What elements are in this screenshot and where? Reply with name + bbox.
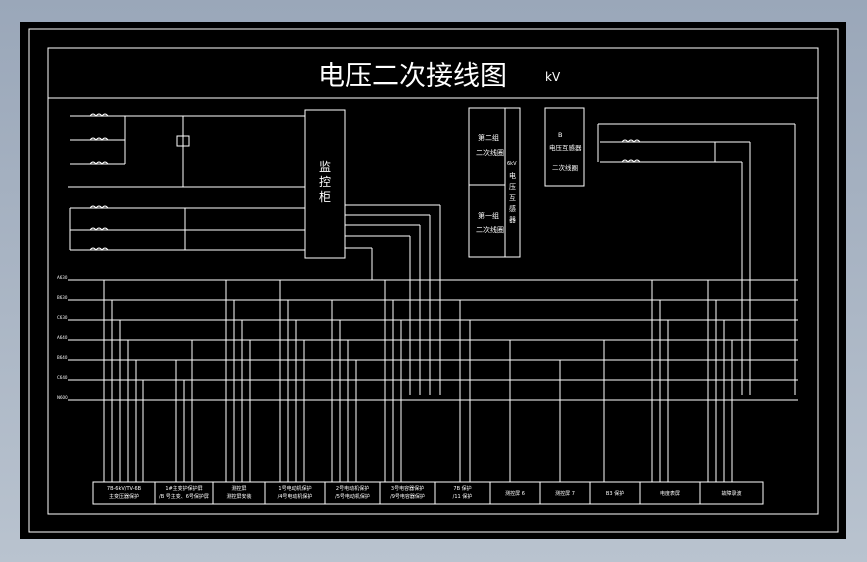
panel-label: /B 号主变、6号保护屏 bbox=[159, 493, 209, 500]
cabinet-char-2: 控 bbox=[319, 175, 331, 189]
panel-label: 测控屏 6 bbox=[505, 490, 525, 497]
side-char-1: 电 bbox=[509, 171, 516, 180]
transformer-prefix: B bbox=[558, 131, 562, 139]
first-group-line1: 第一组 bbox=[478, 211, 499, 220]
drawing-title: 电压二次接线图 bbox=[318, 61, 507, 92]
panel-label: /11 保护 bbox=[453, 493, 473, 500]
bus-label: N600 bbox=[57, 395, 68, 400]
first-group-line2: 二次线圈 bbox=[476, 225, 504, 234]
bus-label: B630 bbox=[57, 295, 68, 300]
transformer-line2: 二次线圈 bbox=[552, 163, 578, 172]
bus-label: A640 bbox=[57, 335, 68, 340]
panel-label: 3号电容器保护 bbox=[391, 485, 424, 492]
panel-label: 7B 保护 bbox=[453, 485, 471, 492]
side-char-2: 压 bbox=[509, 183, 516, 191]
cabinet-char-3: 柜 bbox=[319, 190, 331, 204]
panel-label: 7B-6kV/TV-6B bbox=[107, 486, 142, 492]
side-char-3: 互 bbox=[509, 194, 516, 202]
panel-label: /5号电动机保护 bbox=[335, 493, 370, 500]
side-char-4: 感 bbox=[509, 204, 516, 213]
panel-label: 故障录波 bbox=[721, 490, 741, 497]
second-group-line2: 二次线圈 bbox=[476, 148, 504, 157]
bus-label: A630 bbox=[57, 275, 68, 280]
bus-label: B640 bbox=[57, 355, 68, 360]
side-vertical-label: 电 压 互 感 器 bbox=[509, 171, 516, 224]
panel-label: 1#主变护保护屏 bbox=[165, 485, 202, 492]
panel-label: 测控屏 bbox=[231, 485, 246, 492]
panel-label: B3 保护 bbox=[606, 490, 624, 497]
cad-viewport[interactable]: 电压二次接线图 kV 监 控 柜 第二组 二次线圈 第一组 二次线圈 6kV 电… bbox=[0, 0, 867, 562]
control-cabinet-label: 监 控 柜 bbox=[319, 160, 331, 204]
panel-label: 主变压器保护 bbox=[109, 493, 139, 500]
panel-label: /4号电动机保护 bbox=[278, 493, 313, 500]
panel-label: /9号电容器保护 bbox=[390, 493, 425, 500]
panel-label: 电度表屏 bbox=[660, 490, 680, 497]
second-group-line1: 第二组 bbox=[478, 133, 499, 142]
bus-label: C630 bbox=[57, 315, 68, 320]
side-char-5: 器 bbox=[509, 216, 516, 224]
panel-label: 1号电动机保护 bbox=[278, 485, 311, 492]
transformer-line1: 电压互感器 bbox=[549, 143, 582, 152]
panel-label: 测控屏 7 bbox=[555, 490, 575, 497]
panel-label: 2号电动机保护 bbox=[336, 485, 369, 492]
cabinet-char-1: 监 bbox=[319, 160, 331, 174]
panel-label: 测控屏安装 bbox=[226, 493, 251, 500]
drawing-title-overlap: kV bbox=[545, 70, 561, 84]
side-prefix: 6kV bbox=[507, 161, 517, 167]
bus-label: C640 bbox=[57, 375, 68, 380]
